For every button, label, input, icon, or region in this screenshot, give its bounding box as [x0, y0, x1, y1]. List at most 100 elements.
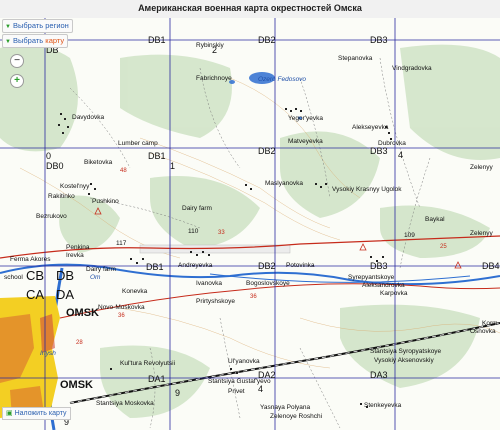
place-zelenyy-east: Zelenyy	[470, 164, 493, 171]
place-ivanovka: Ivanovka	[196, 280, 223, 287]
zoom-in-button[interactable]: +	[10, 74, 24, 88]
grid-label-4-right: 4	[398, 150, 404, 160]
place-osnovka: Osnovka	[470, 328, 496, 335]
road-number-28: 28	[76, 340, 83, 346]
place-stenkeyevka: Stenkeyevka	[364, 402, 402, 409]
grid-label-db3-top: DB3	[370, 35, 388, 45]
place-karpovka: Karpovka	[380, 290, 408, 297]
place-kultura-revolyutsii: Kul'tura Revolyutsii	[120, 360, 176, 367]
apply-map-label: Наложить карту	[14, 410, 67, 417]
grid-label-da: DA	[56, 287, 75, 302]
place-korm: Korm	[482, 320, 498, 327]
window-title: Американская военная карта окрестностей …	[138, 3, 362, 13]
place-novo-moskovka: Novo-Moskovka	[98, 304, 145, 311]
select-region-button[interactable]: ▼ Выбрать регион	[2, 19, 73, 33]
grid-label-db2-top: DB2	[258, 35, 276, 45]
place-biketovka: Biketovka	[84, 159, 113, 166]
place-vindgradovka: Vindgradovka	[392, 65, 432, 72]
place-zelenoye-roshchi: Zelenoye Roshchi	[270, 413, 323, 420]
place-penkina: Penkina	[66, 244, 90, 251]
place-andreyevka: Andreyevka	[178, 262, 213, 269]
grid-label-db3-mid: DB3	[370, 146, 388, 156]
grid-label-db0-left: DB0	[46, 161, 64, 171]
road-number-109: 109	[404, 232, 415, 239]
title-bar: Американская военная карта окрестностей …	[0, 0, 500, 19]
select-map-button[interactable]: ▼ Выбрать карту	[2, 34, 69, 48]
grid-label-ca: CA	[26, 287, 45, 302]
place-dairy-farm-north: Dairy farm	[182, 205, 212, 212]
place-pushkino: Pushkino	[92, 198, 119, 205]
road-number-36: 36	[118, 313, 125, 319]
place-rakitinko: Rakitinko	[48, 193, 75, 200]
grid-label-db2-low: DB2	[258, 261, 276, 271]
city-omsk-north: OMSK	[66, 307, 99, 319]
place-school: school	[4, 274, 23, 281]
place-ferma-akores: Ferma Akores	[10, 256, 51, 263]
place-potovinka: Potovinka	[286, 262, 315, 269]
dropdown-caret-icon: ▼	[5, 39, 11, 45]
city-omsk-south: OMSK	[60, 379, 93, 391]
place-yegoryevka: Yegor'yevka	[288, 115, 323, 122]
road-number-117: 117	[116, 240, 127, 247]
zoom-out-button[interactable]: −	[10, 54, 24, 68]
place-davydovka: Davydovka	[72, 114, 105, 121]
grid-label-db1-top: DB1	[148, 35, 166, 45]
grid-label-cb: CB	[26, 268, 45, 283]
place-zelenyy-south: Zelenyy	[470, 230, 493, 237]
select-map-accent: карту	[45, 36, 65, 45]
grid-label-db1-low: DB1	[146, 262, 164, 272]
river-om-label: Om	[90, 274, 101, 281]
grid-label-da3: DA3	[370, 370, 388, 380]
grid-label-db1-mid: DB1	[148, 151, 166, 161]
road-number-48: 48	[120, 168, 127, 174]
place-ozero-fedosovo: Ozero Fedosovo	[258, 76, 307, 83]
place-privet: Privet	[228, 388, 245, 395]
place-konevka: Konevka	[122, 288, 148, 295]
road-number-25: 25	[440, 244, 447, 250]
grid-label-1-mid: 1	[170, 161, 176, 171]
place-baykal: Baykal	[425, 216, 445, 223]
grid-label-db2-mid: DB2	[258, 146, 276, 156]
road-number-110: 110	[188, 228, 199, 235]
place-dairy-farm-south: Dairy farm	[86, 266, 116, 273]
place-maslyanovka: Maslyanovka	[265, 180, 303, 187]
place-aleksandrovka: Aleksandrovka	[362, 282, 405, 289]
urban-area-omsk	[0, 296, 60, 418]
place-syrepyantskoye: Syrepyantskoye	[348, 274, 395, 281]
place-ulyanovka: Ul'yanovka	[228, 358, 260, 365]
select-region-label: Выбрать регион	[12, 21, 69, 30]
place-stantsiya-syropyatskoye: Stantsiya Syropyatskoye	[370, 348, 442, 355]
place-dubrovka: Dubrovka	[378, 140, 406, 147]
grid-label-db3-low: DB3	[370, 261, 388, 271]
grid-label-9: 9	[175, 388, 181, 398]
grid-label-db: DB	[56, 268, 75, 283]
place-bogoslovskoye: Bogoslovskoye	[246, 280, 290, 287]
place-bezrukovo: Bezrukovo	[36, 213, 67, 220]
place-stantsiya-moskovka: Stantsiya Moskovka	[96, 400, 154, 407]
place-kostelnyy: Kostel'nyy	[60, 183, 90, 190]
grid-label-4-low: 4	[258, 384, 264, 394]
map-canvas[interactable]: DB1 2 DB2 DB3 DB 0 DB1 1 DB2 DB3 DB0 DB1…	[0, 18, 500, 430]
river-irtysh-label: Irtysh	[40, 350, 56, 357]
grid-label-0-left: 0	[46, 151, 52, 161]
road-number-33: 33	[218, 230, 225, 236]
apply-map-button[interactable]: ▣ Наложить карту	[2, 407, 71, 420]
place-alekseyevka: Alekseyevka	[352, 124, 389, 131]
layers-icon: ▣	[6, 410, 13, 417]
place-stantsiya-gustafyevo: Stantsiya Gustaf'yevo	[208, 378, 271, 385]
place-prirtyshskoye: Prirtyshskoye	[196, 298, 236, 305]
grid-label-da1: DA1	[148, 374, 166, 384]
place-rybinskiy: Rybinskiy	[196, 42, 224, 49]
place-irevka: Irevka	[66, 252, 84, 259]
road-number-36b: 36	[250, 294, 257, 300]
place-stepanovka: Stepanovka	[338, 55, 373, 62]
place-fabrichnoye: Fabrichnoye	[196, 75, 232, 82]
place-lumber-camp: Lumber camp	[118, 140, 158, 147]
dropdown-caret-icon: ▼	[5, 24, 11, 30]
place-vysokiy-aksenovskiy: Vysokiy Aksenovskiy	[374, 357, 434, 364]
place-vysokiy-krasnyy-ugolok: Vysokiy Krasnyy Ugolok	[332, 186, 402, 193]
select-map-prefix: Выбрать	[12, 36, 44, 45]
topographic-map[interactable]	[0, 18, 500, 430]
grid-label-db4-low: DB4	[482, 261, 500, 271]
place-yasnaya-polyana: Yasnaya Polyana	[260, 404, 311, 411]
